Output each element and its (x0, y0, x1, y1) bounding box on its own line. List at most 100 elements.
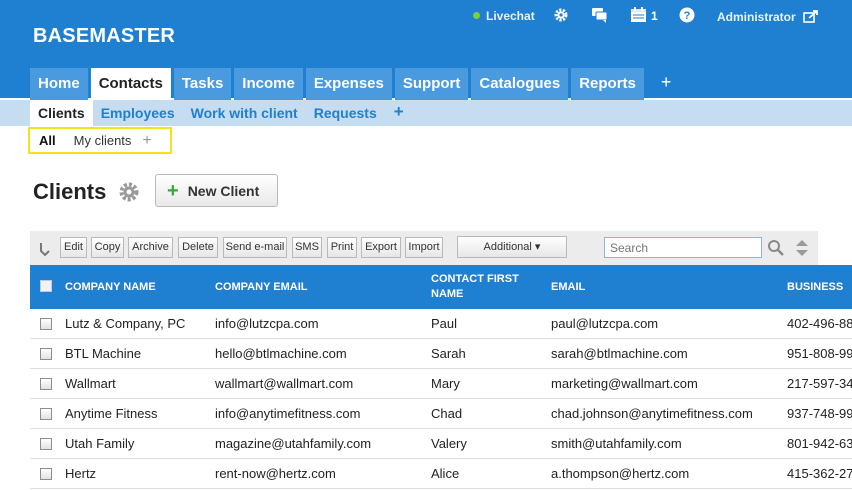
livechat-link[interactable]: Livechat (473, 9, 535, 23)
user-name: Administrator (717, 10, 796, 24)
table-row[interactable]: BTL Machine hello@btlmachine.com Sarah s… (30, 339, 852, 369)
subtab-clients[interactable]: Clients (30, 100, 93, 126)
tab-tasks[interactable]: Tasks (173, 68, 232, 100)
cell-business-phone: 415-362-27 (787, 466, 852, 481)
subtab-work-with-client[interactable]: Work with client (183, 100, 306, 126)
app-logo: BASEMASTER (33, 25, 176, 47)
cell-company-name: Utah Family (65, 436, 135, 451)
column-email[interactable]: EMAIL (551, 265, 585, 309)
page-title: Clients (33, 179, 107, 204)
gear-icon[interactable] (553, 7, 569, 28)
archive-button[interactable]: Archive (128, 237, 173, 258)
add-tab-button[interactable]: + (647, 68, 686, 100)
cell-company-email: rent-now@hertz.com (215, 466, 336, 481)
column-contact-first-name[interactable]: CONTACT FIRST NAME (431, 265, 541, 309)
arrow-down-icon[interactable] (39, 242, 51, 263)
copy-button[interactable]: Copy (91, 237, 124, 258)
search-input[interactable] (604, 237, 762, 258)
column-company-email[interactable]: COMPANY EMAIL (215, 265, 308, 309)
export-button[interactable]: Export (361, 237, 401, 258)
tab-income[interactable]: Income (234, 68, 303, 100)
sort-toggle-icon[interactable] (795, 239, 809, 262)
table-row[interactable]: Utah Family magazine@utahfamily.com Vale… (30, 429, 852, 459)
new-client-button[interactable]: + New Client (155, 174, 278, 207)
svg-text:?: ? (684, 10, 691, 22)
logout-icon[interactable] (803, 9, 819, 23)
edit-button[interactable]: Edit (60, 237, 87, 258)
row-checkbox[interactable] (40, 408, 52, 420)
user-menu[interactable]: Administrator (717, 9, 819, 24)
cell-email: paul@lutzcpa.com (551, 316, 659, 331)
cell-email: sarah@btlmachine.com (551, 346, 688, 361)
tab-catalogues[interactable]: Catalogues (471, 68, 569, 100)
tab-contacts[interactable]: Contacts (90, 68, 171, 100)
cell-business-phone: 801-942-63 (787, 436, 852, 451)
additional-dropdown[interactable]: Additional ▾ (457, 236, 567, 258)
column-company-name[interactable]: COMPANY NAME (65, 265, 156, 309)
add-subtab-button[interactable]: + (385, 100, 413, 126)
add-filter-button[interactable]: + (140, 132, 151, 150)
sms-button[interactable]: SMS (292, 237, 322, 258)
cell-business-phone: 217-597-34 (787, 376, 852, 391)
calendar-count-badge: 1 (651, 9, 658, 23)
cell-business-phone: 402-496-88 (787, 316, 852, 331)
row-checkbox[interactable] (40, 468, 52, 480)
delete-button[interactable]: Delete (178, 237, 218, 258)
table-header: COMPANY NAME COMPANY EMAIL CONTACT FIRST… (30, 265, 852, 309)
chat-icon[interactable] (591, 7, 608, 28)
row-checkbox[interactable] (40, 438, 52, 450)
print-button[interactable]: Print (327, 237, 357, 258)
cell-contact-first-name: Paul (431, 316, 458, 331)
tab-support[interactable]: Support (394, 68, 469, 100)
table-row[interactable]: Hertz rent-now@hertz.com Alice a.thompso… (30, 459, 852, 489)
cell-contact-first-name: Chad (431, 406, 463, 421)
cell-company-name: Anytime Fitness (65, 406, 158, 421)
help-icon[interactable]: ? (679, 7, 695, 28)
cell-contact-first-name: Valery (431, 436, 467, 451)
cell-company-email: info@lutzcpa.com (215, 316, 319, 331)
cell-company-name: Hertz (65, 466, 97, 481)
tab-expenses[interactable]: Expenses (305, 68, 392, 100)
livechat-label: Livechat (486, 9, 535, 23)
cell-company-name: BTL Machine (65, 346, 142, 361)
cell-company-email: hello@btlmachine.com (215, 346, 347, 361)
plus-icon: + (167, 179, 179, 202)
cell-business-phone: 951-808-99 (787, 346, 852, 361)
sub-tab-bar: Clients Employees Work with client Reque… (0, 100, 852, 126)
select-all-checkbox[interactable] (40, 280, 52, 292)
send-email-button[interactable]: Send e-mail (223, 237, 287, 258)
cell-email: a.thompson@hertz.com (551, 466, 690, 481)
main-tabs: Home Contacts Tasks Income Expenses Supp… (30, 68, 685, 100)
row-checkbox[interactable] (40, 378, 52, 390)
row-checkbox[interactable] (40, 348, 52, 360)
search-icon[interactable] (767, 239, 785, 262)
import-button[interactable]: Import (405, 237, 443, 258)
subtab-requests[interactable]: Requests (306, 100, 385, 126)
subtab-employees[interactable]: Employees (93, 100, 183, 126)
settings-gear-icon[interactable] (118, 181, 140, 208)
cell-company-name: Wallmart (65, 376, 116, 391)
tab-reports[interactable]: Reports (571, 68, 644, 100)
cell-email: chad.johnson@anytimefitness.com (551, 406, 753, 421)
app-window: BASEMASTER Livechat 1 ? Administrator Ho… (0, 0, 852, 490)
table-row[interactable]: Wallmart wallmart@wallmart.com Mary mark… (30, 369, 852, 399)
cell-company-name: Lutz & Company, PC (65, 316, 186, 331)
cell-contact-first-name: Sarah (431, 346, 466, 361)
cell-company-email: wallmart@wallmart.com (215, 376, 354, 391)
table-row[interactable]: Anytime Fitness info@anytimefitness.com … (30, 399, 852, 429)
cell-contact-first-name: Alice (431, 466, 460, 481)
row-checkbox[interactable] (40, 318, 52, 330)
online-status-icon (473, 12, 480, 19)
table-toolbar: Edit Copy Archive Delete Send e-mail SMS… (30, 231, 818, 265)
cell-email: smith@utahfamily.com (551, 436, 682, 451)
table-row[interactable]: Lutz & Company, PC info@lutzcpa.com Paul… (30, 309, 852, 339)
cell-company-email: info@anytimefitness.com (215, 406, 361, 421)
filter-all[interactable]: All (30, 130, 65, 152)
cell-email: marketing@wallmart.com (551, 376, 698, 391)
calendar-icon[interactable] (630, 7, 647, 28)
tab-home[interactable]: Home (30, 68, 88, 100)
column-business[interactable]: BUSINESS (787, 265, 843, 309)
client-filters: All My clients + (28, 127, 172, 154)
cell-company-email: magazine@utahfamily.com (215, 436, 372, 451)
filter-my-clients[interactable]: My clients (65, 130, 141, 152)
